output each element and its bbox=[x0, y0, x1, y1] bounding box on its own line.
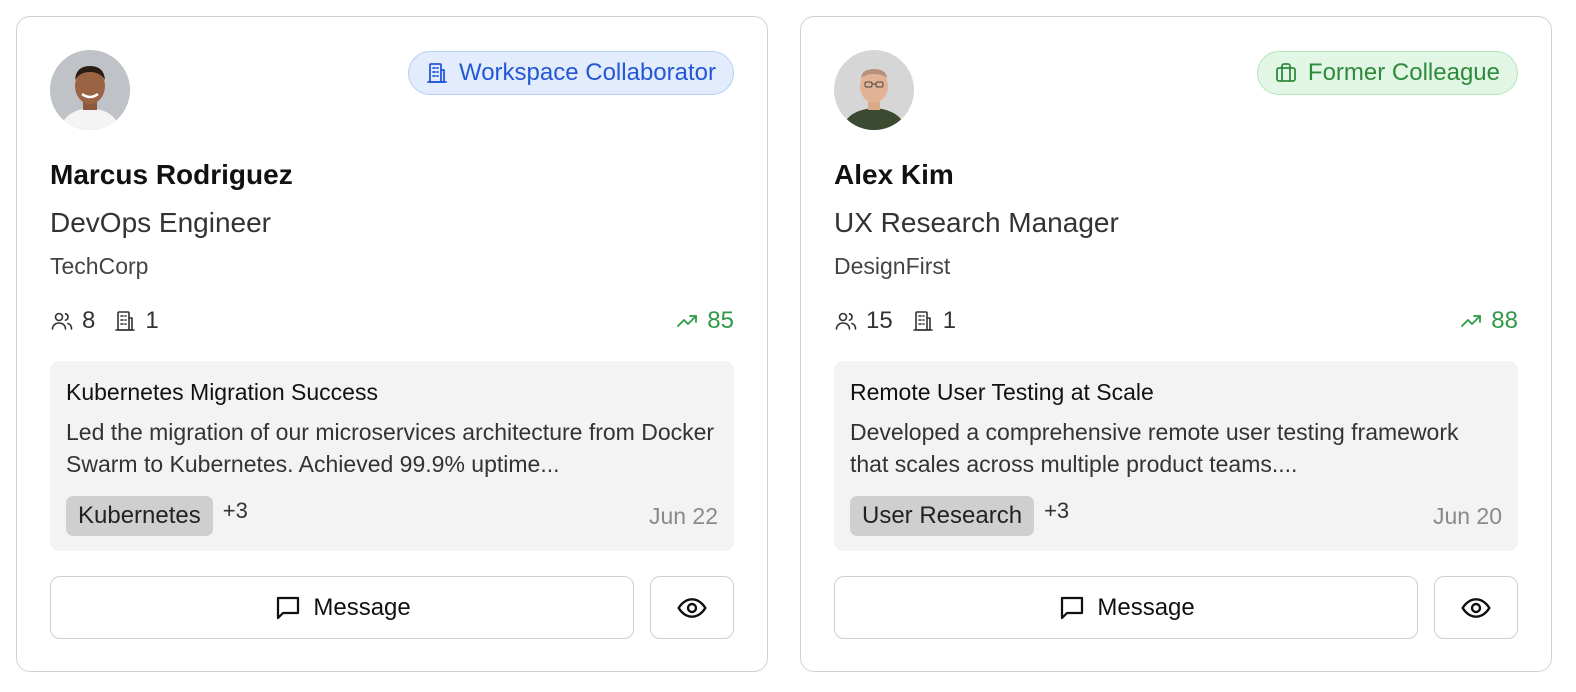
stats-left: 15 1 bbox=[834, 307, 956, 335]
users-icon bbox=[835, 312, 857, 330]
score-value: 85 bbox=[707, 307, 734, 334]
workspaces-stat: 1 bbox=[911, 307, 956, 335]
post-tags: Kubernetes +3 bbox=[66, 496, 248, 536]
stats-row: 15 1 88 bbox=[834, 306, 1518, 336]
recent-post[interactable]: Remote User Testing at Scale Developed a… bbox=[834, 361, 1518, 551]
view-profile-button[interactable] bbox=[1434, 576, 1518, 639]
contact-cards: Workspace Collaborator Marcus Rodriguez … bbox=[16, 16, 1552, 672]
contact-name[interactable]: Marcus Rodriguez bbox=[50, 158, 734, 192]
contact-name[interactable]: Alex Kim bbox=[834, 158, 1518, 192]
connections-count: 8 bbox=[82, 307, 96, 334]
message-button[interactable]: Message bbox=[834, 576, 1419, 639]
post-footer: Kubernetes +3 Jun 22 bbox=[66, 496, 718, 536]
post-tags: User Research +3 bbox=[850, 496, 1069, 536]
more-tags[interactable]: +3 bbox=[223, 496, 248, 526]
users-icon bbox=[51, 312, 73, 330]
stats-left: 8 1 bbox=[50, 307, 159, 335]
badge-label: Former Colleague bbox=[1307, 59, 1500, 86]
connections-count: 15 bbox=[866, 307, 893, 334]
workspaces-count: 1 bbox=[145, 307, 159, 334]
engagement-score: 85 bbox=[675, 307, 734, 335]
relationship-badge: Workspace Collaborator bbox=[407, 51, 734, 95]
building-icon bbox=[115, 311, 136, 331]
connections-stat: 15 bbox=[834, 307, 893, 335]
building-icon bbox=[427, 63, 447, 83]
contact-card: Workspace Collaborator Marcus Rodriguez … bbox=[16, 16, 768, 672]
card-actions: Message bbox=[50, 576, 734, 639]
post-title: Kubernetes Migration Success bbox=[66, 379, 378, 405]
trending-up-icon bbox=[677, 315, 698, 327]
score-value: 88 bbox=[1491, 307, 1518, 334]
post-date: Jun 22 bbox=[648, 502, 718, 529]
post-tag[interactable]: User Research bbox=[850, 496, 1035, 536]
post-date: Jun 20 bbox=[1432, 502, 1502, 529]
connections-stat: 8 bbox=[50, 307, 95, 335]
contact-company: DesignFirst bbox=[834, 253, 951, 279]
card-header: Workspace Collaborator bbox=[50, 50, 734, 130]
post-body: Developed a comprehensive remote user te… bbox=[850, 419, 1459, 477]
contact-company: TechCorp bbox=[50, 253, 149, 279]
post-body: Led the migration of our microservices a… bbox=[66, 419, 715, 477]
avatar[interactable] bbox=[50, 50, 130, 130]
building-icon bbox=[912, 311, 933, 331]
message-icon bbox=[277, 596, 300, 619]
contact-card: Former Colleague Alex Kim UX Research Ma… bbox=[800, 16, 1552, 672]
stats-row: 8 1 85 bbox=[50, 306, 734, 336]
post-tag[interactable]: Kubernetes bbox=[66, 496, 213, 536]
post-title: Remote User Testing at Scale bbox=[850, 379, 1154, 405]
eye-icon bbox=[1461, 597, 1491, 618]
contact-title: DevOps Engineer bbox=[50, 207, 272, 238]
avatar[interactable] bbox=[834, 50, 914, 130]
view-profile-button[interactable] bbox=[650, 576, 734, 639]
message-label: Message bbox=[1097, 593, 1195, 621]
card-header: Former Colleague bbox=[834, 50, 1518, 130]
eye-icon bbox=[677, 597, 707, 618]
recent-post[interactable]: Kubernetes Migration Success Led the mig… bbox=[50, 361, 734, 551]
trending-up-icon bbox=[1461, 315, 1482, 327]
workspaces-stat: 1 bbox=[113, 307, 159, 335]
relationship-badge: Former Colleague bbox=[1256, 51, 1518, 95]
message-label: Message bbox=[313, 593, 411, 621]
message-icon bbox=[1061, 596, 1084, 619]
badge-label: Workspace Collaborator bbox=[458, 59, 716, 86]
briefcase-icon bbox=[1276, 63, 1296, 82]
contact-title: UX Research Manager bbox=[834, 207, 1119, 238]
workspaces-count: 1 bbox=[942, 307, 957, 334]
more-tags[interactable]: +3 bbox=[1044, 496, 1069, 526]
message-button[interactable]: Message bbox=[50, 576, 635, 639]
post-footer: User Research +3 Jun 20 bbox=[850, 496, 1502, 536]
engagement-score: 88 bbox=[1459, 307, 1518, 335]
card-actions: Message bbox=[834, 576, 1518, 639]
